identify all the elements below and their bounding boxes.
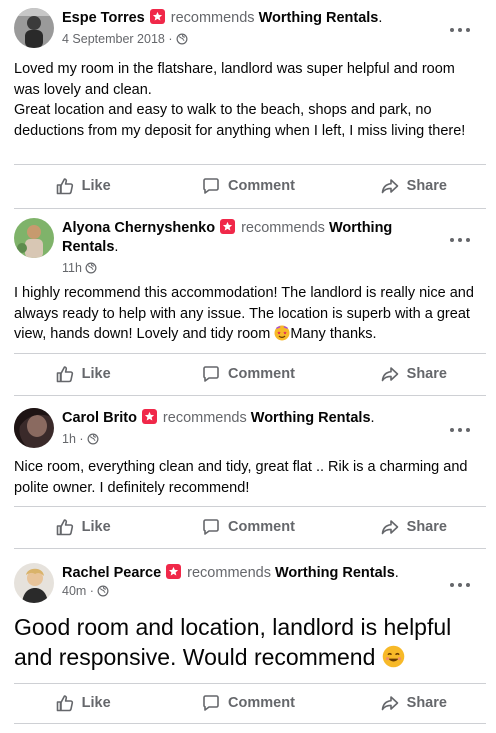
review-post: Carol Brito recommends Worthing Rentals. … [0,408,496,549]
post-time[interactable]: 11h [62,261,82,275]
share-button[interactable]: Share [331,507,496,547]
review-text: Good room and location, landlord is help… [14,612,482,675]
reviewer-name[interactable]: Espe Torres [62,10,145,26]
share-button[interactable]: Share [331,683,496,723]
post-meta: 40m · [62,583,109,601]
post-time[interactable]: 40m [62,584,86,598]
comment-icon [203,519,219,535]
review-text-body: Loved my room in the flatshare, landlord… [14,61,466,139]
smiling-emoji-icon [382,645,405,675]
avatar[interactable] [14,563,54,603]
avatar[interactable] [14,8,54,48]
post-time[interactable]: 1h [62,432,76,446]
post-meta: 1h · [62,431,99,449]
share-label: Share [406,366,447,382]
comment-icon [203,366,219,382]
comment-label: Comment [228,178,295,194]
review-post: Espe Torres recommends Worthing Rentals. … [0,8,496,209]
like-label: Like [81,519,111,535]
action-bar: Like Comment Share [0,683,496,723]
page-link[interactable]: Worthing Rentals [251,410,371,426]
reviewer-name[interactable]: Carol Brito [62,410,137,426]
share-label: Share [406,519,447,535]
comment-icon [203,178,219,194]
review-text: I highly recommend this accommodation! T… [14,283,482,348]
review-text: Loved my room in the flatshare, landlord… [14,59,482,141]
comment-button[interactable]: Comment [165,683,330,723]
like-button[interactable]: Like [0,683,165,723]
like-icon [56,695,73,712]
share-label: Share [406,178,447,194]
recommends-label: recommends [241,220,325,236]
action-bar: Like Comment Share [0,166,496,206]
review-text: Nice room, everything clean and tidy, gr… [14,457,482,498]
post-time[interactable]: 4 September 2018 [62,32,165,46]
review-text-body: I highly recommend this accommodation! T… [14,285,474,342]
recommend-star-icon [141,409,157,424]
globe-icon [85,262,97,278]
share-icon [381,367,398,382]
reviewer-name[interactable]: Alyona Chernyshenko [62,220,215,236]
more-options-button[interactable] [450,26,470,34]
page-link[interactable]: Worthing Rentals [259,10,379,26]
review-text-body: Nice room, everything clean and tidy, gr… [14,459,468,496]
like-button[interactable]: Like [0,354,165,394]
more-options-button[interactable] [450,236,470,244]
divider [14,548,486,549]
like-button[interactable]: Like [0,166,165,206]
review-text-end: Many thanks. [290,326,377,342]
divider [14,723,486,724]
more-options-button[interactable] [450,581,470,589]
post-meta: 4 September 2018 · [62,31,188,49]
action-bar: Like Comment Share [0,354,496,394]
divider [14,395,486,396]
like-label: Like [81,178,111,194]
share-icon [381,179,398,194]
recommends-label: recommends [162,410,247,426]
share-icon [381,696,398,711]
like-label: Like [81,695,111,711]
share-button[interactable]: Share [331,166,496,206]
avatar[interactable] [14,408,54,448]
comment-label: Comment [228,695,295,711]
recommends-label: recommends [170,10,255,26]
globe-icon [97,585,109,601]
comment-button[interactable]: Comment [165,354,330,394]
like-icon [56,366,73,383]
recommends-label: recommends [187,565,271,581]
share-label: Share [406,695,447,711]
review-post: Alyona Chernyshenko recommends Worthing Re… [0,218,496,396]
like-button[interactable]: Like [0,507,165,547]
globe-icon [176,33,188,49]
page-link-continued[interactable]: Rentals [62,239,114,255]
review-post: Rachel Pearce recommends Worthing Rentals… [0,563,496,724]
comment-button[interactable]: Comment [165,166,330,206]
like-icon [56,519,73,536]
action-bar: Like Comment Share [0,507,496,547]
like-label: Like [81,366,111,382]
post-meta: 11h [62,260,97,278]
share-icon [381,520,398,535]
comment-label: Comment [228,519,295,535]
page-link[interactable]: Worthing Rentals [275,565,395,581]
share-button[interactable]: Share [331,354,496,394]
divider [14,208,486,209]
comment-label: Comment [228,366,295,382]
recommend-star-icon [166,564,182,579]
page-link[interactable]: Worthing [329,220,392,236]
globe-icon [87,433,99,449]
divider [14,164,486,165]
recommend-star-icon [220,219,236,234]
like-icon [56,178,73,195]
reviewer-name[interactable]: Rachel Pearce [62,565,161,581]
avatar[interactable] [14,218,54,258]
comment-button[interactable]: Comment [165,507,330,547]
more-options-button[interactable] [450,426,470,434]
star-struck-emoji-icon [274,325,290,348]
comment-icon [203,695,219,711]
recommend-star-icon [149,9,165,24]
